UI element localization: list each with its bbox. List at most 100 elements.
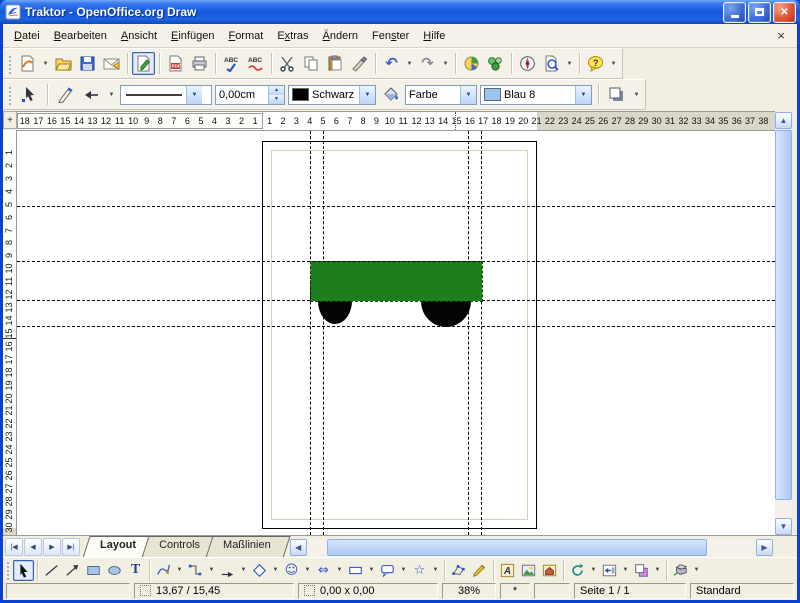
auto-spellcheck-button[interactable]: ABC: [244, 52, 267, 75]
toolbar-overflow-dropdown[interactable]: ▼: [608, 52, 619, 75]
maximize-button[interactable]: [748, 2, 771, 23]
gallery-tool-button[interactable]: [539, 560, 560, 581]
open-button[interactable]: [52, 52, 75, 75]
toolbar-grip[interactable]: [7, 54, 12, 74]
ruler-origin-corner[interactable]: +: [3, 111, 17, 129]
new-document-dropdown[interactable]: ▼: [40, 52, 51, 75]
redo-dropdown[interactable]: ▼: [440, 52, 451, 75]
scroll-left-button[interactable]: ◀: [290, 539, 307, 556]
vertical-ruler[interactable]: 1234567891011121314151617181920212223242…: [3, 130, 17, 535]
vertical-guide[interactable]: [481, 131, 482, 535]
edit-file-button[interactable]: [132, 52, 155, 75]
rotate-tool-button[interactable]: [567, 560, 588, 581]
line-dialog-button[interactable]: [54, 83, 77, 106]
menu-item[interactable]: Format: [221, 27, 270, 45]
ellipse-tool-button[interactable]: [104, 560, 125, 581]
next-tab-button[interactable]: ▶: [43, 538, 61, 556]
arrange-dropdown[interactable]: ▼: [652, 559, 663, 582]
symbol-shapes-tool-button[interactable]: ☺: [281, 560, 302, 581]
export-pdf-button[interactable]: PDF: [164, 52, 187, 75]
menu-item[interactable]: Extras: [270, 27, 315, 45]
select-tool-button[interactable]: [13, 560, 34, 581]
paste-button[interactable]: [324, 52, 347, 75]
menu-item[interactable]: Datei: [7, 27, 47, 45]
vertical-guide[interactable]: [310, 131, 311, 535]
fontwork-button[interactable]: A: [497, 560, 518, 581]
block-arrows-tool-button[interactable]: ⇔: [313, 560, 334, 581]
menu-item[interactable]: Fenster: [365, 27, 416, 45]
stars-dropdown[interactable]: ▼: [430, 559, 441, 582]
alignment-dropdown[interactable]: ▼: [620, 559, 631, 582]
undo-dropdown[interactable]: ▼: [404, 52, 415, 75]
gallery-button[interactable]: [484, 52, 507, 75]
arrow-tool-button[interactable]: [62, 560, 83, 581]
toolbar-grip[interactable]: [7, 85, 12, 105]
line-width-field[interactable]: 0,00cm ▲▼: [215, 85, 285, 105]
symbol-shapes-dropdown[interactable]: ▼: [302, 559, 313, 582]
horizontal-scrollbar[interactable]: ◀ ▶: [290, 536, 773, 558]
print-button[interactable]: [188, 52, 211, 75]
flowchart-dropdown[interactable]: ▼: [366, 559, 377, 582]
redo-button[interactable]: ↷: [416, 52, 439, 75]
help-button[interactable]: ?: [584, 52, 607, 75]
cut-button[interactable]: [276, 52, 299, 75]
edit-points-mode-button[interactable]: [18, 83, 41, 106]
menu-item[interactable]: Hilfe: [416, 27, 452, 45]
copy-button[interactable]: [300, 52, 323, 75]
drawing-canvas[interactable]: [17, 130, 775, 535]
line-width-value[interactable]: 0,00cm: [219, 89, 266, 101]
area-dialog-button[interactable]: [379, 83, 402, 106]
menu-item[interactable]: Bearbeiten: [47, 27, 114, 45]
vertical-scroll-thumb[interactable]: [775, 130, 792, 500]
callouts-dropdown[interactable]: ▼: [398, 559, 409, 582]
line-color-combo[interactable]: Schwarz ▼: [288, 85, 376, 105]
insert-image-button[interactable]: [518, 560, 539, 581]
line-style-combo[interactable]: ▼: [120, 85, 212, 105]
curve-dropdown[interactable]: ▼: [174, 559, 185, 582]
close-button[interactable]: ✕: [773, 2, 796, 23]
toolbar-overflow-dropdown[interactable]: ▼: [631, 83, 642, 106]
alignment-button[interactable]: [599, 560, 620, 581]
status-size-cell[interactable]: 0,00 x 0,00: [298, 583, 438, 599]
menu-item[interactable]: Ändern: [316, 27, 365, 45]
format-paintbrush-button[interactable]: [348, 52, 371, 75]
horizontal-scroll-thumb[interactable]: [327, 539, 707, 556]
page[interactable]: [262, 141, 537, 529]
navigator-button[interactable]: [516, 52, 539, 75]
spin-down-icon[interactable]: ▼: [269, 95, 284, 104]
horizontal-guide[interactable]: [17, 326, 775, 327]
spin-up-icon[interactable]: ▲: [269, 86, 284, 95]
line-color-dropdown-icon[interactable]: ▼: [359, 86, 375, 104]
vertical-scrollbar[interactable]: ▲ ▼: [775, 112, 792, 535]
status-style-cell[interactable]: Standard: [690, 583, 794, 599]
line-width-spinner[interactable]: ▲▼: [268, 86, 284, 104]
horizontal-ruler[interactable]: 181716151413121110987654321 123456789101…: [17, 111, 775, 131]
block-arrows-dropdown[interactable]: ▼: [334, 559, 345, 582]
edit-points-button[interactable]: [448, 560, 469, 581]
send-email-button[interactable]: [100, 52, 123, 75]
horizontal-guide[interactable]: [17, 206, 775, 207]
shadow-button[interactable]: [605, 83, 628, 106]
line-style-dropdown-icon[interactable]: ▼: [186, 86, 202, 104]
horizontal-scroll-track[interactable]: [307, 539, 756, 556]
lines-arrows-dropdown[interactable]: ▼: [238, 559, 249, 582]
connector-tool-button[interactable]: [185, 560, 206, 581]
scroll-down-button[interactable]: ▼: [775, 518, 792, 535]
fill-type-value[interactable]: Farbe: [409, 89, 458, 101]
connector-dropdown[interactable]: ▼: [206, 559, 217, 582]
new-document-button[interactable]: [16, 52, 39, 75]
first-tab-button[interactable]: |◀: [5, 538, 23, 556]
zoom-dropdown[interactable]: ▼: [564, 52, 575, 75]
stars-tool-button[interactable]: ☆: [409, 560, 430, 581]
vertical-guide[interactable]: [323, 131, 324, 535]
document-close-icon[interactable]: ×: [769, 28, 793, 43]
fill-color-dropdown-icon[interactable]: ▼: [575, 86, 591, 104]
toolbar-grip[interactable]: [5, 560, 10, 580]
glue-points-button[interactable]: [469, 560, 490, 581]
fill-color-combo[interactable]: Blau 8 ▼: [480, 85, 592, 105]
status-page-cell[interactable]: Seite 1 / 1: [574, 583, 686, 599]
line-color-value[interactable]: Schwarz: [312, 89, 357, 101]
basic-shapes-tool-button[interactable]: [249, 560, 270, 581]
flowchart-tool-button[interactable]: [345, 560, 366, 581]
arrange-button[interactable]: [631, 560, 652, 581]
